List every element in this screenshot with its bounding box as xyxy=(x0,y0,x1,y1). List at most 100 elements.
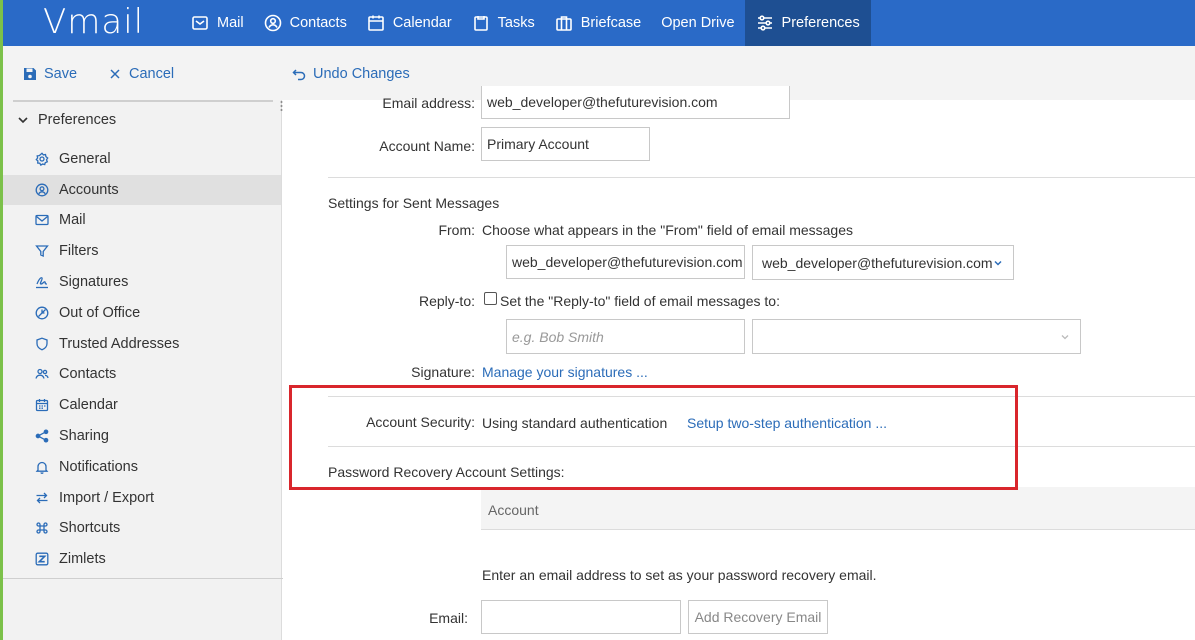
calendar-icon xyxy=(35,399,49,412)
recovery-table-column-account: Account xyxy=(488,502,539,518)
setup-two-step-auth-link[interactable]: Setup two-step authentication ... xyxy=(687,415,887,431)
add-recovery-email-button[interactable]: Add Recovery Email xyxy=(688,600,828,634)
nav-mail-label: Mail xyxy=(217,15,244,31)
account-security-value: Using standard authentication xyxy=(482,415,668,431)
nav-tasks-label: Tasks xyxy=(497,15,535,31)
from-description: Choose what appears in the "From" field … xyxy=(482,222,854,238)
nav-calendar-label: Calendar xyxy=(392,15,452,31)
shield-icon xyxy=(36,337,48,351)
sidebar-item-label: Mail xyxy=(59,212,86,228)
sidebar-item-filters[interactable]: Filters xyxy=(3,236,281,266)
top-bar: Vmail Mail Contacts Calendar Tasks Brief… xyxy=(0,0,1195,46)
nav-tasks[interactable]: Tasks xyxy=(462,0,545,46)
nav-contacts[interactable]: Contacts xyxy=(254,0,357,46)
nav-briefcase-label: Briefcase xyxy=(580,15,642,31)
nav-preferences-label: Preferences xyxy=(781,15,860,31)
chevron-down-icon xyxy=(18,117,28,124)
save-button[interactable]: Save xyxy=(23,66,77,82)
recovery-description: Enter an email address to set as your pa… xyxy=(482,567,877,583)
sidebar-item-mail[interactable]: Mail xyxy=(3,205,281,235)
calendar-icon xyxy=(367,14,385,32)
sidebar-header-label: Preferences xyxy=(38,112,117,128)
sidebar-item-notifications[interactable]: Notifications xyxy=(3,452,281,482)
recovery-email-label: Email: xyxy=(429,610,468,626)
from-address-select[interactable]: web_developer@thefuturevision.com xyxy=(752,245,1014,280)
account-name-label: Account Name: xyxy=(379,138,475,154)
sidebar-item-import-export[interactable]: Import / Export xyxy=(3,483,281,513)
section-divider xyxy=(328,177,1195,178)
app-logo[interactable]: Vmail xyxy=(43,2,144,42)
recovery-table-header: Account xyxy=(481,487,1195,530)
filter-icon xyxy=(35,245,49,257)
mail-icon xyxy=(35,214,49,226)
sidebar-item-contacts[interactable]: Contacts xyxy=(3,359,281,389)
signature-label: Signature: xyxy=(411,364,475,380)
nav-briefcase[interactable]: Briefcase xyxy=(545,0,651,46)
sidebar-header[interactable]: Preferences xyxy=(17,112,116,128)
account-icon xyxy=(35,183,49,197)
cancel-button[interactable]: Cancel xyxy=(108,66,174,82)
zimlet-icon xyxy=(35,552,49,566)
gear-icon xyxy=(35,152,49,166)
close-icon xyxy=(110,69,120,79)
sidebar-top-divider xyxy=(13,100,273,102)
import-export-icon xyxy=(36,492,48,504)
reply-to-checkbox[interactable] xyxy=(484,292,497,305)
sidebar-item-out-of-office[interactable]: Out of Office xyxy=(3,298,281,328)
sidebar-item-signatures[interactable]: Signatures xyxy=(3,267,281,297)
signature-icon xyxy=(36,277,48,289)
reply-to-address-select[interactable] xyxy=(752,319,1081,354)
sidebar-item-general[interactable]: General xyxy=(3,144,281,174)
account-name-field[interactable]: Primary Account xyxy=(481,127,650,161)
section-divider xyxy=(328,446,1195,447)
nav-preferences[interactable]: Preferences xyxy=(744,0,871,46)
sidebar-item-label: Calendar xyxy=(59,397,118,413)
reply-to-name-field[interactable]: e.g. Bob Smith xyxy=(506,319,745,354)
from-address-selected: web_developer@thefuturevision.com xyxy=(762,254,993,271)
save-label: Save xyxy=(44,66,78,82)
sidebar-bottom-divider xyxy=(3,578,283,579)
nav-mail[interactable]: Mail xyxy=(181,0,254,46)
sidebar-item-label: Sharing xyxy=(59,428,109,444)
sidebar-item-shortcuts[interactable]: Shortcuts xyxy=(3,513,281,543)
sidebar-item-trusted-addresses[interactable]: Trusted Addresses xyxy=(3,329,281,359)
tasks-icon xyxy=(472,14,490,32)
email-address-field[interactable]: web_developer@thefuturevision.com xyxy=(481,86,790,119)
sidebar-item-label: Filters xyxy=(59,243,99,259)
cancel-label: Cancel xyxy=(129,66,175,82)
nav-calendar[interactable]: Calendar xyxy=(357,0,462,46)
sidebar-item-label: Shortcuts xyxy=(59,520,121,536)
command-icon xyxy=(36,522,48,534)
resize-grip-icon[interactable] xyxy=(280,100,283,112)
sidebar-item-zimlets[interactable]: Zimlets xyxy=(3,544,281,574)
out-of-office-icon xyxy=(35,306,49,320)
preferences-sidebar: Preferences General Accounts Mail Filter… xyxy=(0,100,283,640)
sidebar-item-label: Zimlets xyxy=(59,551,106,567)
chevron-down-icon xyxy=(1061,334,1069,339)
mail-icon xyxy=(191,14,209,32)
share-icon xyxy=(35,429,49,443)
manage-signatures-link[interactable]: Manage your signatures ... xyxy=(482,364,648,380)
sidebar-item-accounts[interactable]: Accounts xyxy=(3,175,281,205)
sidebar-item-label: General xyxy=(59,151,111,167)
contacts-icon xyxy=(35,368,49,379)
save-icon xyxy=(24,68,36,80)
sidebar-item-label: Trusted Addresses xyxy=(59,336,180,352)
undo-changes-button[interactable]: Undo Changes xyxy=(292,66,410,82)
nav-contacts-label: Contacts xyxy=(289,15,347,31)
sidebar-item-label: Out of Office xyxy=(59,305,141,321)
recovery-email-field[interactable] xyxy=(481,600,681,634)
sidebar-item-calendar[interactable]: Calendar xyxy=(3,390,281,420)
email-address-label: Email address: xyxy=(382,95,475,111)
from-name-field[interactable]: web_developer@thefuturevision.com xyxy=(506,245,745,279)
reply-to-label: Reply-to: xyxy=(418,293,475,309)
sidebar-item-label: Signatures xyxy=(59,274,129,290)
chevron-down-icon xyxy=(994,260,1002,266)
nav-open-drive-label: Open Drive xyxy=(661,15,735,31)
main-nav: Mail Contacts Calendar Tasks Briefcase O… xyxy=(181,0,871,46)
sidebar-item-label: Notifications xyxy=(59,459,138,475)
sidebar-item-label: Contacts xyxy=(59,366,117,382)
undo-icon xyxy=(292,69,306,81)
nav-open-drive[interactable]: Open Drive xyxy=(651,0,744,46)
sidebar-item-sharing[interactable]: Sharing xyxy=(3,421,281,451)
